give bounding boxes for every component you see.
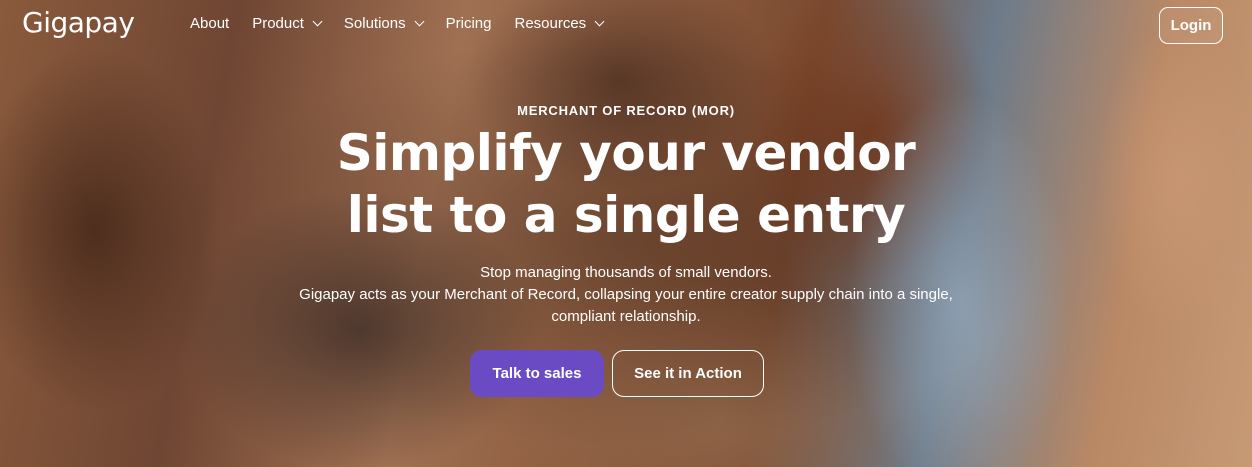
nav-item-resources[interactable]: Resources [514, 15, 605, 32]
chevron-down-icon [594, 16, 605, 27]
subtext-line: Gigapay acts as your Merchant of Record,… [299, 286, 953, 303]
hero-eyebrow: MERCHANT OF RECORD (MOR) [517, 103, 735, 118]
login-button[interactable]: Login [1159, 7, 1223, 44]
nav-item-pricing[interactable]: Pricing [446, 15, 492, 32]
nav-item-label: Solutions [343, 15, 406, 32]
nav-item-solutions[interactable]: Solutions [343, 15, 425, 32]
chevron-down-icon [414, 16, 425, 27]
nav-item-label: Resources [514, 15, 587, 32]
headline-line: Simplify your vendor [336, 124, 916, 182]
hero-headline: Simplify your vendor list to a single en… [0, 122, 1252, 246]
nav-item-label: Pricing [445, 15, 492, 32]
gigapay-logo[interactable]: Gigapay [22, 6, 135, 39]
chevron-down-icon [312, 16, 323, 27]
hero-section: MERCHANT OF RECORD (MOR) Simplify your v… [0, 0, 1252, 467]
nav-links: About Product Solutions Pricing Resource… [190, 15, 626, 32]
cta-row: Talk to sales See it in Action [0, 350, 1252, 397]
talk-to-sales-button[interactable]: Talk to sales [470, 350, 604, 397]
nav-item-about[interactable]: About [190, 15, 229, 32]
nav-item-label: Product [252, 15, 304, 32]
headline-line: list to a single entry [346, 186, 906, 244]
subtext-line: compliant relationship. [551, 308, 701, 325]
hero-subtext: Stop managing thousands of small vendors… [0, 262, 1252, 328]
see-it-in-action-button[interactable]: See it in Action [612, 350, 764, 397]
subtext-line: Stop managing thousands of small vendors… [480, 264, 772, 281]
nav-item-label: About [190, 15, 230, 32]
nav-item-product[interactable]: Product [252, 15, 323, 32]
top-navigation: Gigapay About Product Solutions Pricing … [0, 0, 1252, 50]
